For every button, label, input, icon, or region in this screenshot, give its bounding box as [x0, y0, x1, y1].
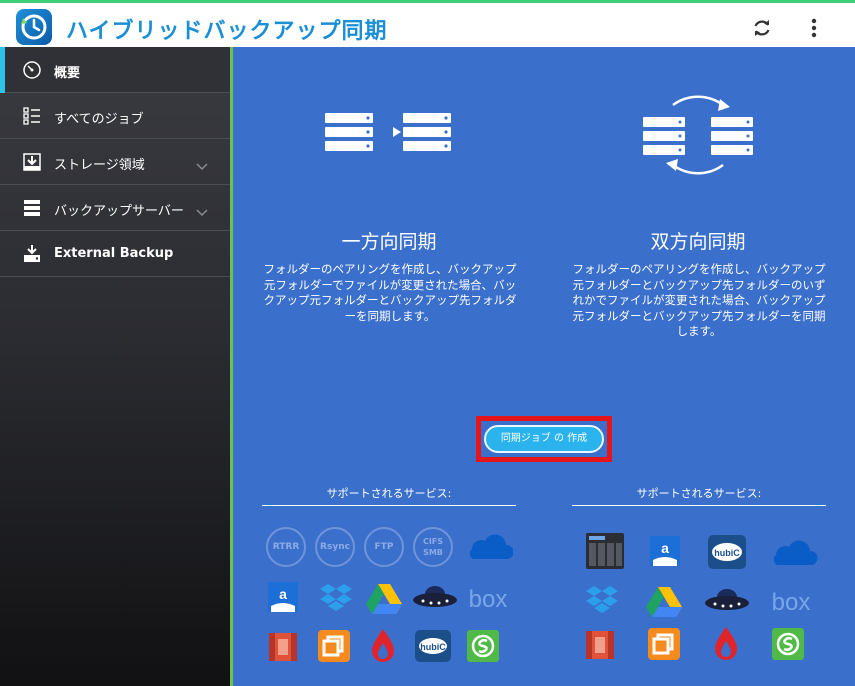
create-sync-job-button[interactable]: 同期ジョブ の 作成	[484, 425, 604, 453]
chevron-down-icon	[196, 156, 208, 171]
external-backup-icon	[22, 244, 42, 264]
sidebar-item-label: External Backup	[54, 246, 174, 261]
two-way-services-title: サポートされるサービス:	[636, 487, 762, 500]
svg-text:hubiC: hubiC	[420, 642, 446, 652]
svg-text:a: a	[661, 540, 669, 556]
sidebar-item-label: ストレージ領域	[54, 158, 145, 173]
sidebar-item-external-backup[interactable]: External Backup	[0, 231, 230, 277]
amazon-s3-icon	[266, 629, 306, 669]
sidebar-item-all-jobs[interactable]: すべてのジョブ	[0, 93, 230, 139]
hubic-icon: hubiC	[414, 629, 454, 669]
sidebar-item-storage-space[interactable]: ストレージ領域	[0, 139, 230, 185]
storage-download-icon	[22, 152, 42, 172]
ufo-cloud-icon	[411, 582, 457, 622]
two-way-sync-title: 双方向同期	[650, 231, 746, 253]
hubic-icon: hubiC	[707, 534, 747, 574]
job-list-icon	[22, 106, 42, 126]
dropbox-icon	[317, 582, 357, 622]
sidebar-item-label: バックアップサーバー	[54, 204, 184, 219]
app-header: ハイブリッドバックアップ同期	[0, 3, 855, 47]
sidebar-item-backup-server[interactable]: バックアップサーバー	[0, 185, 230, 231]
one-way-services-title: サポートされるサービス:	[326, 487, 452, 500]
refresh-icon[interactable]	[751, 17, 773, 39]
ufo-cloud-icon	[703, 585, 749, 625]
google-drive-icon	[646, 585, 686, 625]
amazon-s3-icon	[583, 627, 623, 667]
office-orange-icon	[647, 627, 687, 667]
rsync-icon: Rsync	[315, 527, 355, 567]
sharefile-icon	[466, 629, 506, 669]
box-icon: box	[463, 582, 508, 622]
app-logo-icon	[16, 9, 52, 45]
app-title: ハイブリッドバックアップ同期	[66, 19, 388, 44]
svg-text:box: box	[772, 589, 811, 616]
sidebar-item-label: すべてのジョブ	[54, 112, 144, 127]
svg-text:hubiC: hubiC	[714, 548, 740, 558]
one-way-services-divider	[262, 505, 516, 506]
two-way-services-divider	[572, 505, 826, 506]
backblaze-icon	[368, 627, 408, 667]
one-way-sync-description: フォルダーのペアリングを作成し、バックアップ元フォルダーでファイルが変更された場…	[263, 262, 517, 323]
ftp-icon: FTP	[364, 527, 404, 567]
office-orange-icon	[317, 629, 357, 669]
one-way-sync-title: 一方向同期	[341, 231, 437, 253]
main-panel: 一方向同期 フォルダーのペアリングを作成し、バックアップ元フォルダーでファイルが…	[233, 47, 855, 686]
sidebar-item-overview[interactable]: 概要	[0, 47, 230, 93]
backblaze-icon	[711, 625, 751, 665]
two-way-sync-description: フォルダーのペアリングを作成し、バックアップ元フォルダーとバックアップ先フォルダ…	[572, 262, 826, 338]
dashboard-gauge-icon	[22, 60, 42, 80]
amazon-drive-icon: a	[648, 534, 688, 574]
onedrive-icon	[769, 535, 818, 575]
active-indicator	[0, 47, 5, 93]
server-stack-icon	[22, 198, 42, 218]
chevron-down-icon	[196, 202, 208, 217]
svg-text:box: box	[469, 586, 508, 613]
google-drive-icon	[366, 582, 406, 622]
rtrr-icon: RTRR	[266, 527, 306, 567]
more-vertical-icon[interactable]	[803, 17, 825, 39]
cifs-smb-icon: CIFS SMB	[413, 527, 453, 567]
svg-text:a: a	[279, 586, 287, 602]
sidebar: 概要 すべてのジョブ ストレージ領域 バックアップサーバー External B…	[0, 47, 230, 686]
sidebar-item-label: 概要	[54, 66, 81, 81]
one-way-sync-illustration	[325, 109, 455, 159]
dropbox-icon	[583, 584, 623, 624]
onedrive-icon	[463, 527, 514, 567]
nas-device-icon	[585, 532, 625, 572]
two-way-sync-illustration	[638, 85, 758, 185]
sharefile-icon	[771, 627, 811, 667]
amazon-drive-icon: a	[266, 580, 306, 620]
box-icon: box	[766, 585, 811, 625]
